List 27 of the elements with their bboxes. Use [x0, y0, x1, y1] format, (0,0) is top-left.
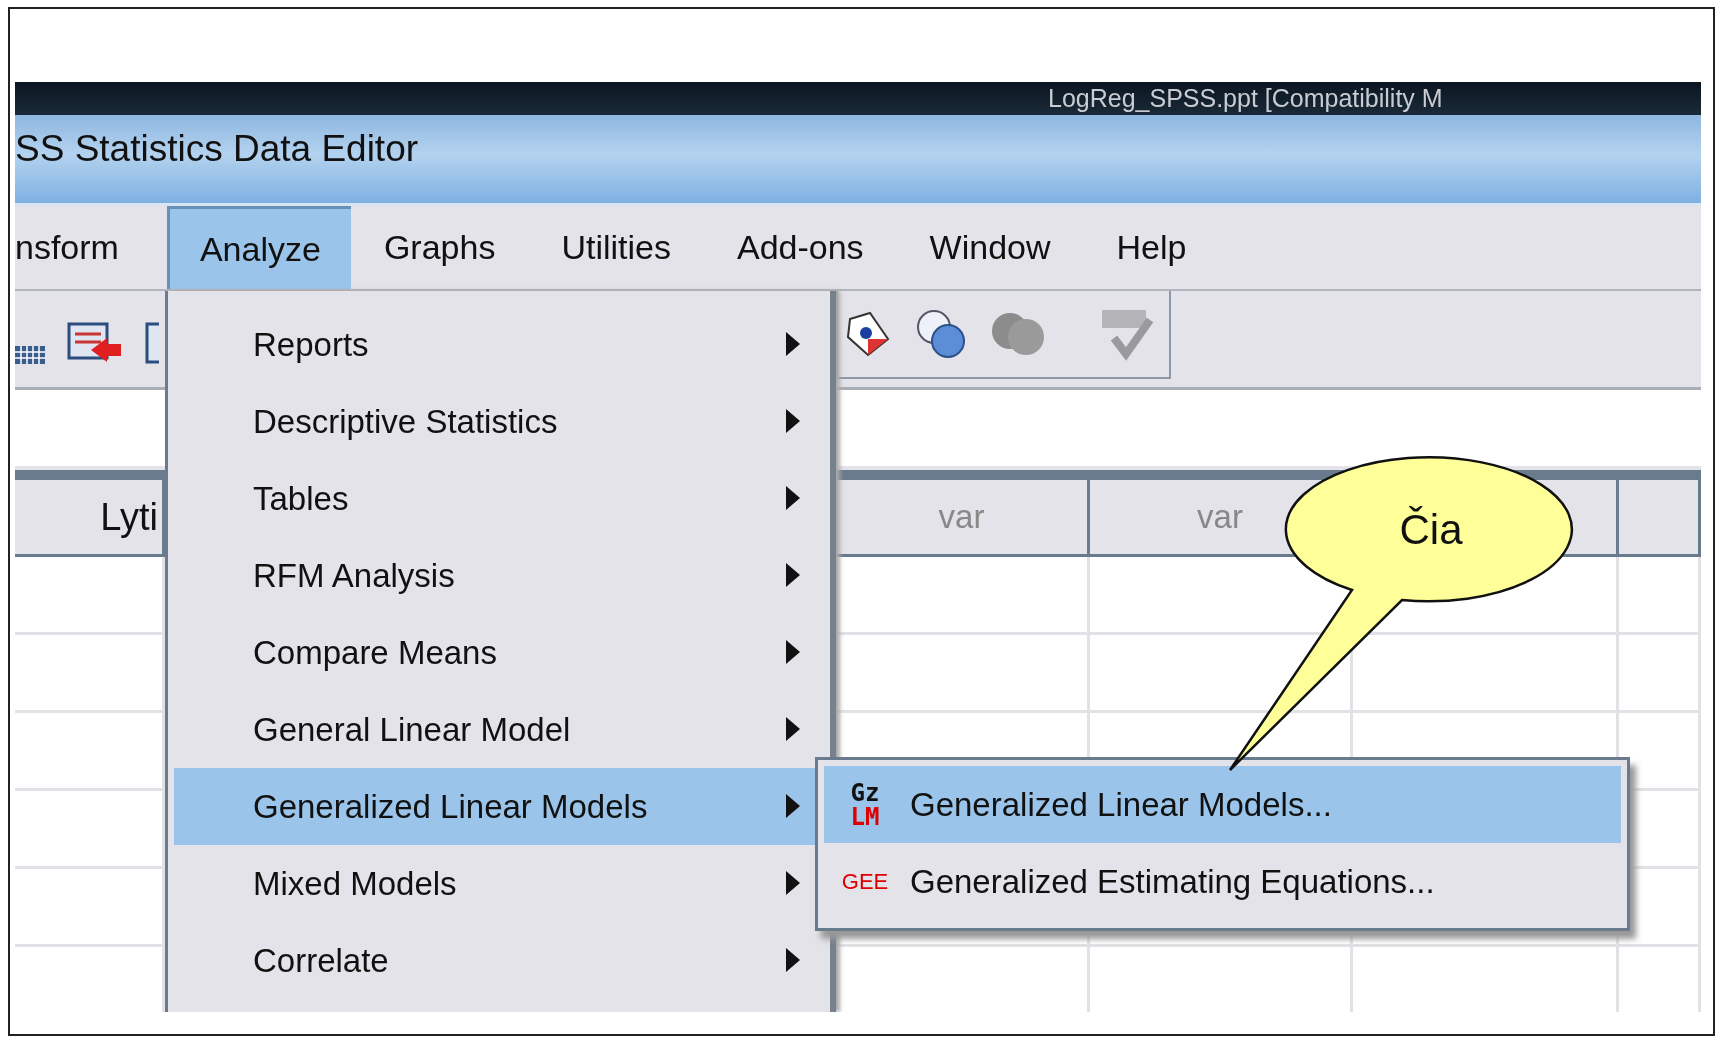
menu-item[interactable]: Graphs — [350, 206, 529, 289]
menu-item[interactable]: Gz LM Generalized Linear Models... — [824, 766, 1621, 843]
menu-item[interactable]: Correlate — [174, 922, 827, 999]
menu-item[interactable]: nsform — [15, 206, 167, 289]
column-header: var — [1197, 498, 1243, 536]
menu-item[interactable]: Tables — [174, 460, 827, 537]
menu-item[interactable]: Mixed Models — [174, 845, 827, 922]
model-icon: Gz LM — [830, 780, 900, 829]
menu-item[interactable]: Help — [1083, 206, 1220, 289]
menu-item[interactable]: Add-ons — [703, 206, 897, 289]
menu-item[interactable]: Analyze — [166, 206, 351, 289]
menu-item[interactable]: Compare Means — [174, 614, 827, 691]
menu-item[interactable]: GEE Generalized Estimating Equations... — [824, 843, 1621, 920]
circles-icon[interactable] — [914, 307, 968, 361]
menu-item[interactable]: Window — [896, 206, 1084, 289]
document-title: LogReg_SPSS.ppt [Compatibility M — [15, 82, 1701, 115]
column-header: var — [938, 498, 985, 536]
column-header: Lyti — [100, 495, 158, 539]
menu-item[interactable]: Utilities — [528, 206, 704, 289]
callout-text: Čia — [1399, 506, 1463, 553]
menu-item[interactable]: RFM Analysis — [174, 537, 827, 614]
menu-item[interactable]: Reports — [174, 306, 827, 383]
tag-icon[interactable] — [844, 309, 892, 359]
window-title: SS Statistics Data Editor — [15, 128, 419, 170]
menu-item[interactable]: General Linear Model — [174, 691, 827, 768]
model-icon: GEE — [830, 870, 900, 893]
menu-item[interactable]: Descriptive Statistics — [174, 383, 827, 460]
